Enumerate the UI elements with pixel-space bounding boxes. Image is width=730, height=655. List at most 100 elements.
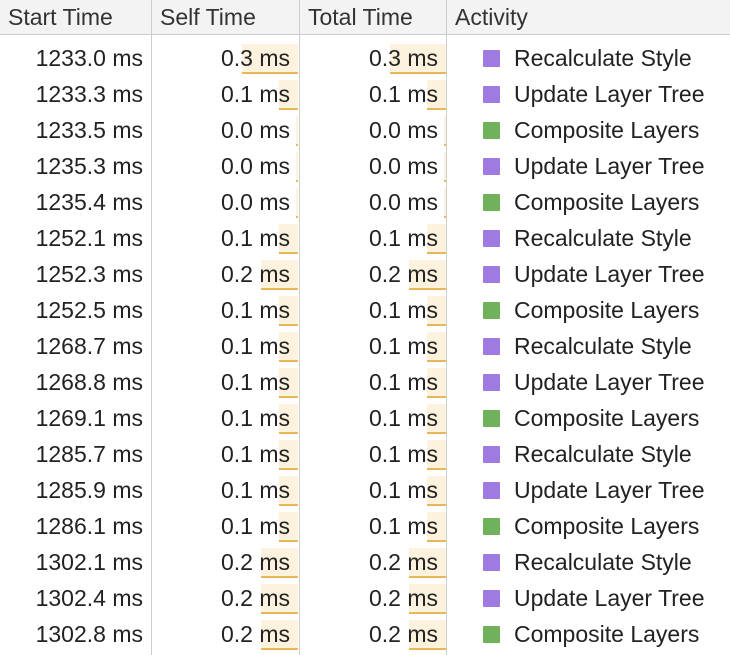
time-value: 0.1 ms <box>220 333 290 359</box>
category-swatch-icon <box>483 302 500 319</box>
start-time-cell: 1285.7 ms <box>35 441 143 467</box>
table-header: Start Time Self Time Total Time Activity <box>0 0 730 35</box>
time-bar <box>296 188 298 218</box>
category-swatch-icon <box>483 554 500 571</box>
table-row[interactable]: 1302.1 ms 0.2 ms 0.2 ms Recalculate Style <box>0 544 730 580</box>
start-time-cell: 1302.1 ms <box>35 549 143 575</box>
time-bar <box>444 116 446 146</box>
time-value: 0.2 ms <box>368 261 438 287</box>
time-value: 0.2 ms <box>220 549 290 575</box>
time-value: 0.1 ms <box>220 405 290 431</box>
total-time-cell: 0.1 ms <box>300 364 446 400</box>
table-row[interactable]: 1233.0 ms 0.3 ms 0.3 ms Recalculate Style <box>0 40 730 76</box>
activity-label: Recalculate Style <box>514 333 692 359</box>
time-bar <box>296 116 298 146</box>
time-bar <box>444 152 446 182</box>
activity-label: Composite Layers <box>514 513 700 539</box>
activity-cell: Update Layer Tree <box>447 364 730 400</box>
table-row[interactable]: 1286.1 ms 0.1 ms 0.1 ms Composite Layers <box>0 508 730 544</box>
total-time-cell: 0.0 ms <box>300 184 446 220</box>
category-swatch-icon <box>483 590 500 607</box>
table-body: 1233.0 ms 0.3 ms 0.3 ms Recalculate Style 12… <box>0 40 730 652</box>
activity-cell: Update Layer Tree <box>447 256 730 292</box>
activity-cell: Update Layer Tree <box>447 580 730 616</box>
activity-cell: Composite Layers <box>447 292 730 328</box>
total-time-cell: 0.1 ms <box>300 328 446 364</box>
total-time-cell: 0.2 ms <box>300 544 446 580</box>
start-time-cell: 1235.3 ms <box>35 153 143 179</box>
time-value: 0.1 ms <box>368 405 438 431</box>
category-swatch-icon <box>483 50 500 67</box>
time-value: 0.2 ms <box>220 585 290 611</box>
table-row[interactable]: 1252.3 ms 0.2 ms 0.2 ms Update Layer Tree <box>0 256 730 292</box>
self-time-cell: 0.0 ms <box>152 148 298 184</box>
table-row[interactable]: 1235.3 ms 0.0 ms 0.0 ms Update Layer Tree <box>0 148 730 184</box>
time-value: 0.1 ms <box>368 441 438 467</box>
self-time-cell: 0.1 ms <box>152 220 298 256</box>
start-time-cell: 1233.5 ms <box>35 117 143 143</box>
column-header-start-time[interactable]: Start Time <box>0 0 151 34</box>
time-value: 0.2 ms <box>220 621 290 647</box>
activity-label: Update Layer Tree <box>514 369 705 395</box>
activity-label: Composite Layers <box>514 297 700 323</box>
table-row[interactable]: 1285.9 ms 0.1 ms 0.1 ms Update Layer Tree <box>0 472 730 508</box>
total-time-cell: 0.3 ms <box>300 40 446 76</box>
table-row[interactable]: 1252.1 ms 0.1 ms 0.1 ms Recalculate Style <box>0 220 730 256</box>
time-value: 0.1 ms <box>368 297 438 323</box>
column-header-activity[interactable]: Activity <box>447 0 730 34</box>
activity-cell: Recalculate Style <box>447 544 730 580</box>
column-header-self-time[interactable]: Self Time <box>152 0 299 34</box>
time-value: 0.1 ms <box>220 369 290 395</box>
self-time-cell: 0.1 ms <box>152 364 298 400</box>
total-time-cell: 0.1 ms <box>300 508 446 544</box>
table-row[interactable]: 1233.5 ms 0.0 ms 0.0 ms Composite Layers <box>0 112 730 148</box>
category-swatch-icon <box>483 266 500 283</box>
activity-cell: Recalculate Style <box>447 436 730 472</box>
column-header-total-time[interactable]: Total Time <box>300 0 446 34</box>
self-time-cell: 0.0 ms <box>152 112 298 148</box>
time-value: 0.1 ms <box>220 297 290 323</box>
time-value: 0.3 ms <box>220 45 290 71</box>
self-time-cell: 0.1 ms <box>152 292 298 328</box>
time-value: 0.0 ms <box>220 117 290 143</box>
total-time-cell: 0.0 ms <box>300 148 446 184</box>
self-time-cell: 0.1 ms <box>152 328 298 364</box>
self-time-cell: 0.0 ms <box>152 184 298 220</box>
activity-label: Composite Layers <box>514 405 700 431</box>
category-swatch-icon <box>483 122 500 139</box>
table-row[interactable]: 1233.3 ms 0.1 ms 0.1 ms Update Layer Tree <box>0 76 730 112</box>
activity-label: Update Layer Tree <box>514 81 705 107</box>
self-time-cell: 0.1 ms <box>152 436 298 472</box>
self-time-cell: 0.2 ms <box>152 580 298 616</box>
time-value: 0.1 ms <box>220 477 290 503</box>
start-time-cell: 1233.0 ms <box>35 45 143 71</box>
start-time-cell: 1286.1 ms <box>35 513 143 539</box>
category-swatch-icon <box>483 446 500 463</box>
total-time-cell: 0.1 ms <box>300 292 446 328</box>
time-value: 0.0 ms <box>368 153 438 179</box>
activity-label: Recalculate Style <box>514 225 692 251</box>
table-row[interactable]: 1268.7 ms 0.1 ms 0.1 ms Recalculate Style <box>0 328 730 364</box>
table-row[interactable]: 1269.1 ms 0.1 ms 0.1 ms Composite Layers <box>0 400 730 436</box>
table-row[interactable]: 1252.5 ms 0.1 ms 0.1 ms Composite Layers <box>0 292 730 328</box>
self-time-cell: 0.3 ms <box>152 40 298 76</box>
start-time-cell: 1268.8 ms <box>35 369 143 395</box>
table-row[interactable]: 1285.7 ms 0.1 ms 0.1 ms Recalculate Style <box>0 436 730 472</box>
activity-cell: Update Layer Tree <box>447 76 730 112</box>
time-value: 0.1 ms <box>368 369 438 395</box>
table-row[interactable]: 1302.4 ms 0.2 ms 0.2 ms Update Layer Tree <box>0 580 730 616</box>
total-time-cell: 0.1 ms <box>300 76 446 112</box>
category-swatch-icon <box>483 338 500 355</box>
total-time-cell: 0.2 ms <box>300 616 446 652</box>
activity-label: Recalculate Style <box>514 549 692 575</box>
time-value: 0.0 ms <box>368 117 438 143</box>
table-row[interactable]: 1268.8 ms 0.1 ms 0.1 ms Update Layer Tree <box>0 364 730 400</box>
activity-cell: Recalculate Style <box>447 40 730 76</box>
activity-label: Update Layer Tree <box>514 261 705 287</box>
time-value: 0.1 ms <box>220 513 290 539</box>
self-time-cell: 0.2 ms <box>152 544 298 580</box>
time-value: 0.1 ms <box>220 81 290 107</box>
table-row[interactable]: 1302.8 ms 0.2 ms 0.2 ms Composite Layers <box>0 616 730 652</box>
table-row[interactable]: 1235.4 ms 0.0 ms 0.0 ms Composite Layers <box>0 184 730 220</box>
activity-cell: Recalculate Style <box>447 220 730 256</box>
